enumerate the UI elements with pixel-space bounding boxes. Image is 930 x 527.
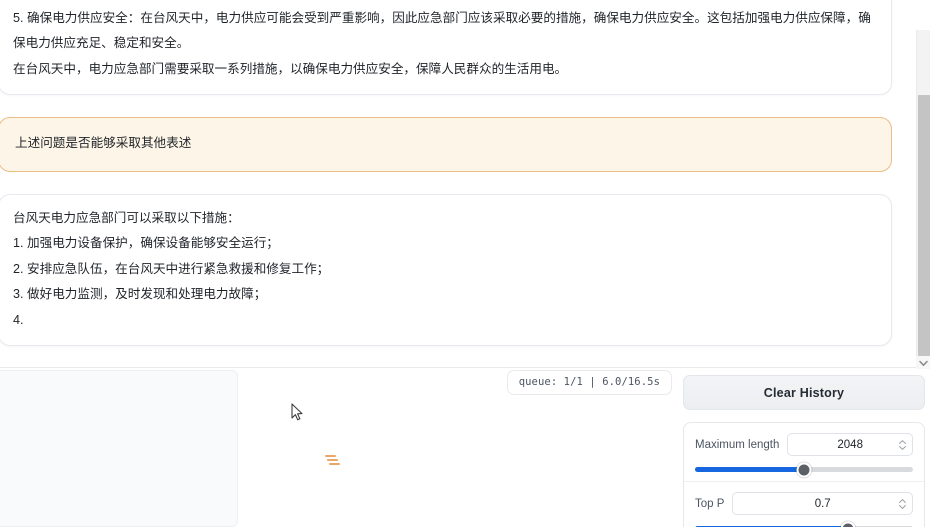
bot-message-bubble: 况下有效地应对。3. 做好电力监测：应急部门应该密切监测电力运行状况，及时发现和… bbox=[0, 0, 892, 96]
chat-message-list: 况下有效地应对。3. 做好电力监测：应急部门应该密切监测电力运行状况，及时发现和… bbox=[0, 0, 902, 368]
bot-message-bubble: 台风天电力应急部门可以采取以下措施： 1. 加强电力设备保护，确保设备能够安全运行… bbox=[0, 193, 892, 347]
slider-block: Top P 0.7 bbox=[684, 481, 924, 527]
chat-bottom-divider bbox=[0, 367, 916, 368]
settings-column: Clear History Maximum length 2048 Top P 0.7 bbox=[683, 375, 925, 527]
message-line: 4. bbox=[13, 312, 24, 327]
message-line: 1. 加强电力设备保护，确保设备能够安全运行； bbox=[13, 236, 279, 251]
loading-glyph-icon bbox=[322, 453, 344, 467]
slider-number-input[interactable]: 2048 bbox=[787, 433, 913, 456]
slider-thumb[interactable] bbox=[840, 521, 856, 527]
message-line: 在台风天中，电力应急部门需要采取一系列措施，以确保电力供应安全，保障人民群众的生… bbox=[13, 61, 568, 76]
center-status-column: queue: 1/1 | 6.0/16.5s bbox=[244, 370, 672, 527]
slider-label: Maximum length bbox=[695, 438, 780, 451]
user-message-bubble: 上述问题是否能够采取其他表述 bbox=[0, 117, 892, 172]
message-line: 5. 确保电力供应安全：在台风天中，电力供应可能会受到严重影响，因此应急部门应该… bbox=[13, 10, 871, 51]
slider-thumb[interactable] bbox=[796, 462, 812, 477]
chat-scrollbar-thumb[interactable] bbox=[918, 95, 930, 356]
spinner-arrows-icon[interactable] bbox=[899, 498, 906, 509]
slider-track[interactable] bbox=[695, 462, 913, 477]
clear-history-button[interactable]: Clear History bbox=[683, 375, 925, 410]
queue-status-card: queue: 1/1 | 6.0/16.5s bbox=[506, 370, 672, 395]
spinner-arrows-icon[interactable] bbox=[899, 439, 906, 450]
message-line: 2. 安排应急队伍，在台风天中进行紧急救援和修复工作； bbox=[13, 261, 330, 276]
slider-label: Top P bbox=[695, 497, 725, 510]
message-line: 3. 做好电力监测，及时发现和处理电力故障； bbox=[13, 287, 267, 302]
slider-value-text: 0.7 bbox=[814, 497, 831, 510]
queue-status-text: queue: 1/1 | 6.0/16.5s bbox=[518, 376, 660, 388]
message-input-area[interactable] bbox=[0, 370, 238, 527]
message-line: 台风天电力应急部门可以采取以下措施： bbox=[13, 210, 240, 225]
slider-block: Maximum length 2048 bbox=[684, 423, 924, 481]
slider-header: Maximum length 2048 bbox=[695, 433, 913, 456]
slider-number-input[interactable]: 0.7 bbox=[732, 492, 913, 515]
mouse-cursor-icon bbox=[291, 403, 304, 422]
slider-fill bbox=[695, 467, 804, 472]
chat-application: 况下有效地应对。3. 做好电力监测：应急部门应该密切监测电力运行状况，及时发现和… bbox=[0, 0, 930, 527]
chevron-down-icon bbox=[918, 360, 928, 366]
slider-header: Top P 0.7 bbox=[695, 492, 913, 515]
scroll-down-button[interactable] bbox=[916, 356, 930, 370]
slider-value-text: 2048 bbox=[837, 438, 863, 451]
chat-scrollbar[interactable] bbox=[916, 30, 930, 356]
message-line: 上述问题是否能够采取其他表述 bbox=[15, 136, 192, 151]
parameter-sliders-card: Maximum length 2048 Top P 0.7 bbox=[683, 422, 925, 527]
chat-scroll-region[interactable]: 况下有效地应对。3. 做好电力监测：应急部门应该密切监测电力运行状况，及时发现和… bbox=[0, 0, 930, 368]
